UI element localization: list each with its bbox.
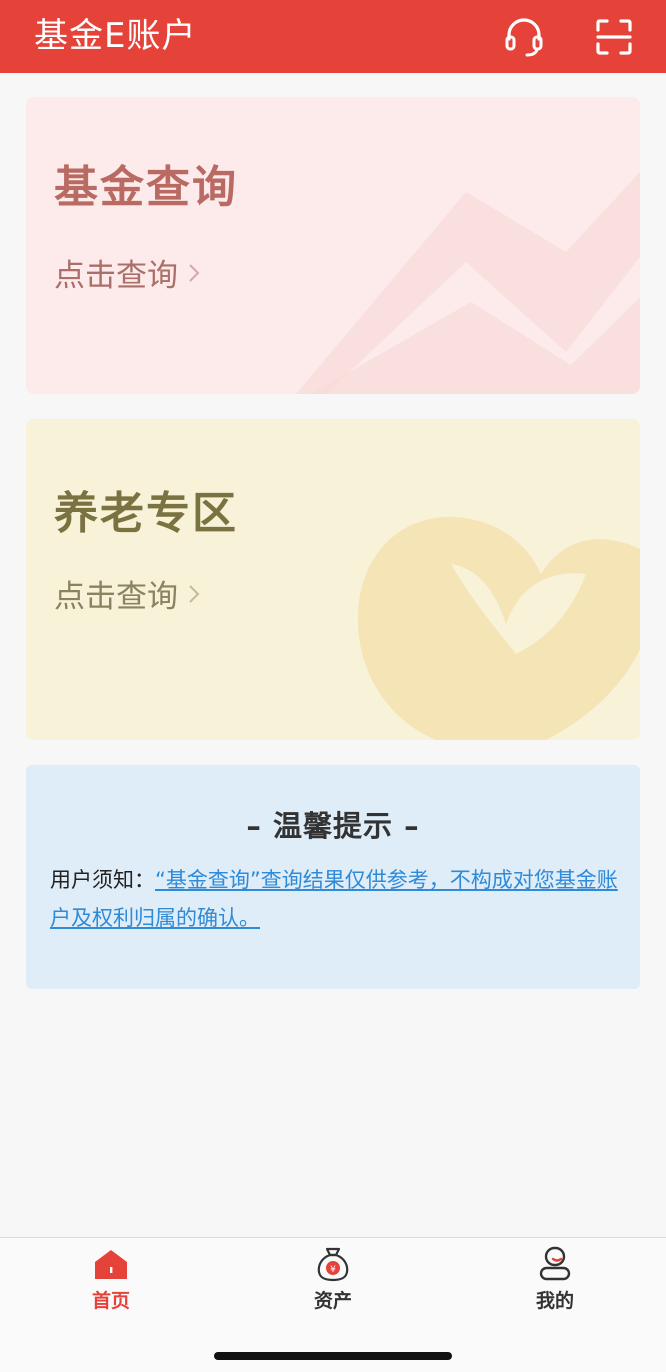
trend-arrow-decoration [296,172,640,394]
customer-service-button[interactable] [503,16,545,58]
warm-tips-panel: – 温馨提示 – 用户须知：“基金查询”查询结果仅供参考，不构成对您基金账户及权… [26,765,640,989]
scan-button[interactable] [593,16,635,58]
warm-tips-body: 用户须知：“基金查询”查询结果仅供参考，不构成对您基金账户及权利归属的确认。 [50,861,622,937]
chevron-right-icon [189,584,200,603]
app-header: 基金E账户 [0,0,666,73]
chevron-right-icon [189,263,200,282]
pension-zone-title: 养老专区 [54,488,238,539]
pension-zone-link[interactable]: 点击查询 [54,571,200,616]
svg-text:¥: ¥ [330,1265,336,1275]
tab-home[interactable]: 首页 [56,1246,166,1316]
tab-mine-label: 我的 [535,1290,574,1312]
fund-query-link[interactable]: 点击查询 [54,250,200,295]
tab-mine[interactable]: 我的 [500,1246,610,1316]
money-bag-icon: ¥ [317,1247,349,1282]
pension-zone-link-label: 点击查询 [54,579,178,615]
home-indicator[interactable] [214,1352,452,1360]
app-screen: 基金E账户 基金查询 点击查询 养老专区 点击查询 – 温馨提示 – 用户须知：… [0,0,666,1372]
user-notice-label: 用户须知： [50,868,155,892]
pension-zone-card[interactable]: 养老专区 点击查询 [26,419,640,740]
fund-query-card[interactable]: 基金查询 点击查询 [26,97,640,394]
fund-query-link-label: 点击查询 [54,258,178,294]
home-icon [95,1250,127,1279]
headset-icon [505,18,543,57]
scan-icon [596,19,632,55]
tab-assets[interactable]: ¥ 资产 [278,1246,388,1316]
tab-assets-label: 资产 [313,1290,352,1312]
app-title: 基金E账户 [34,16,197,56]
tab-home-label: 首页 [91,1290,130,1312]
user-icon [539,1246,571,1281]
fund-query-title: 基金查询 [54,162,238,213]
warm-tips-title: – 温馨提示 – [246,809,420,843]
